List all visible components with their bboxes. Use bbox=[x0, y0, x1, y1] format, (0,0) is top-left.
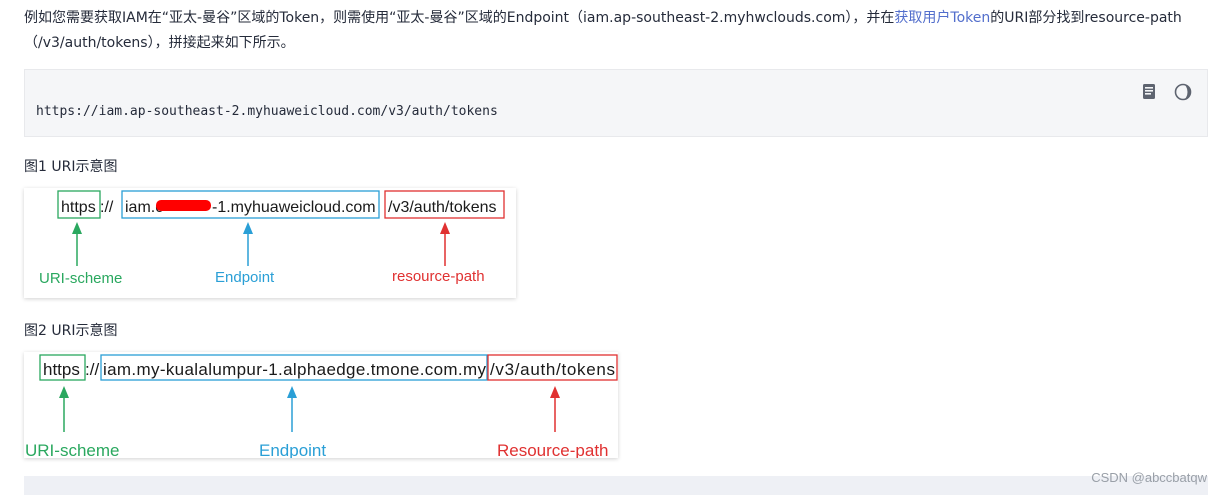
copy-icon[interactable] bbox=[1139, 82, 1159, 102]
figure1-diagram: https :// iam.c -1.myhuaweicloud.com /v3… bbox=[24, 188, 516, 298]
intro-text-part1: 例如您需要获取IAM在“亚太-曼谷”区域的Token，则需使用“亚太-曼谷”区域… bbox=[24, 10, 895, 26]
fig2-scheme-text: https bbox=[43, 360, 80, 379]
fig1-endpoint-arrow bbox=[243, 222, 253, 234]
fig2-path-arrow bbox=[550, 386, 560, 398]
get-token-link[interactable]: 获取用户Token bbox=[894, 10, 990, 26]
fig1-redaction bbox=[156, 200, 211, 211]
fig2-scheme-arrow bbox=[59, 386, 69, 398]
fig2-separator-text: :// bbox=[85, 360, 99, 379]
fig1-scheme-arrow bbox=[72, 222, 82, 234]
fig1-label-endpoint: Endpoint bbox=[215, 269, 275, 286]
fig1-endpoint-tail-text: -1.myhuaweicloud.com bbox=[212, 199, 376, 216]
figure1-caption: 图1 URI示意图 bbox=[24, 159, 118, 175]
figure2-caption: 图2 URI示意图 bbox=[24, 323, 118, 339]
fig1-scheme-text: https bbox=[61, 199, 96, 216]
fig1-separator-text: :// bbox=[100, 199, 114, 216]
fig1-label-path: resource-path bbox=[392, 268, 485, 285]
bottom-bar bbox=[24, 476, 1208, 495]
intro-paragraph: 例如您需要获取IAM在“亚太-曼谷”区域的Token，则需使用“亚太-曼谷”区域… bbox=[24, 6, 1214, 56]
figure2-diagram: https :// iam.my-kualalumpur-1.alphaedge… bbox=[24, 352, 618, 458]
fig1-path-text: /v3/auth/tokens bbox=[388, 199, 497, 216]
code-text[interactable]: https://iam.ap-southeast-2.myhuaweicloud… bbox=[36, 104, 498, 119]
fig2-label-scheme: URI-scheme bbox=[25, 441, 119, 458]
fig2-label-path: Resource-path bbox=[497, 441, 609, 458]
fig1-path-arrow bbox=[440, 222, 450, 234]
fig2-endpoint-arrow bbox=[287, 386, 297, 398]
fig2-label-endpoint: Endpoint bbox=[259, 441, 326, 458]
fig2-endpoint-text: iam.my-kualalumpur-1.alphaedge.tmone.com… bbox=[103, 360, 487, 379]
fig2-path-text: /v3/auth/tokens bbox=[490, 360, 615, 379]
theme-toggle-icon[interactable] bbox=[1173, 82, 1193, 102]
code-block: https://iam.ap-southeast-2.myhuaweicloud… bbox=[24, 69, 1208, 137]
watermark: CSDN @abccbatqw bbox=[1091, 470, 1207, 485]
fig1-label-scheme: URI-scheme bbox=[39, 270, 122, 287]
